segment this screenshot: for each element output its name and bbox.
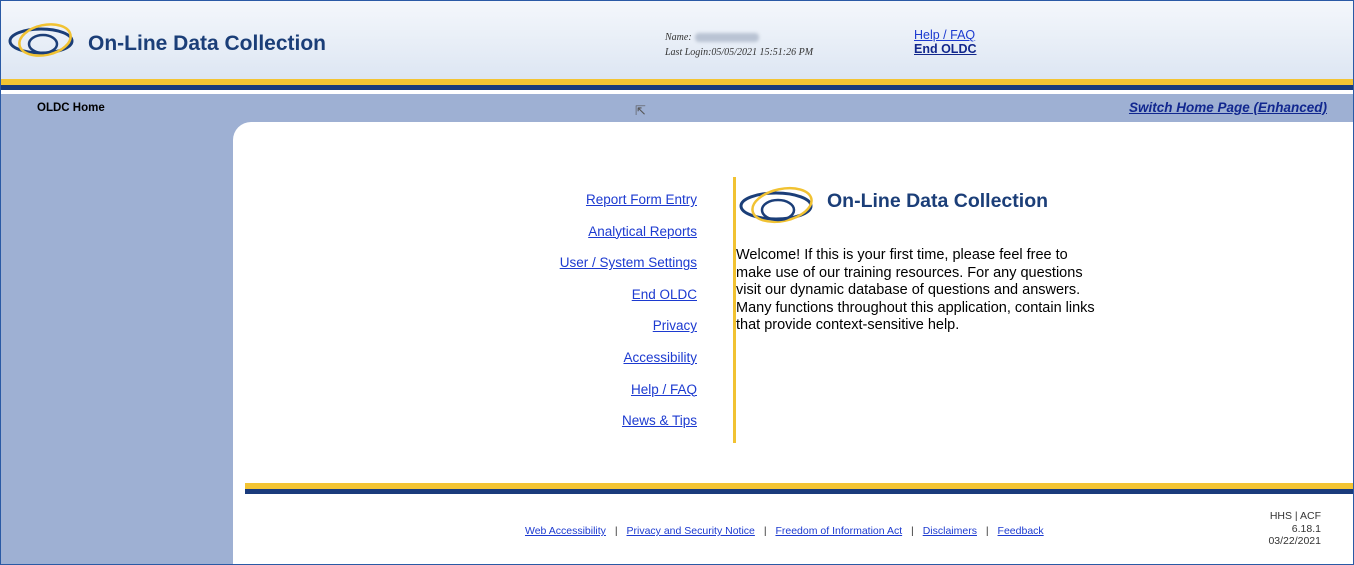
oldc-window: On-Line Data Collection Name: Last Login… (0, 0, 1354, 565)
name-label: Name: (665, 32, 692, 43)
end-oldc-link[interactable]: End OLDC (914, 42, 977, 56)
disclaimers-link[interactable]: Disclaimers (923, 525, 977, 537)
accessibility-link[interactable]: Accessibility (453, 350, 697, 382)
help-faq-link[interactable]: Help / FAQ (914, 28, 977, 42)
privacy-link[interactable]: Privacy (453, 318, 697, 350)
main-links: Report Form Entry Analytical Reports Use… (453, 192, 697, 445)
header: On-Line Data Collection Name: Last Login… (1, 1, 1353, 79)
footer-separator: | (911, 525, 914, 537)
footer-separator: | (614, 525, 618, 537)
privacy-security-notice-link[interactable]: Privacy and Security Notice (627, 525, 755, 537)
version-date: 03/22/2021 (1268, 535, 1321, 547)
mouse-cursor-icon: ⇱ (635, 103, 646, 118)
panel-title: On-Line Data Collection (827, 190, 1049, 212)
switch-home-page-link[interactable]: Switch Home Page (Enhanced) (1129, 100, 1327, 115)
nav-bar: OLDC Home ⇱ Switch Home Page (Enhanced) (1, 94, 1353, 122)
welcome-message: Welcome! If this is your first time, ple… (736, 247, 1095, 333)
last-login-value: 05/05/2021 15:51:26 PM (711, 47, 814, 58)
footer-separator: | (985, 525, 989, 537)
sidebar (1, 122, 233, 564)
user-info: Name: Last Login:05/05/2021 15:51:26 PM (665, 30, 813, 60)
version-info: HHS | ACF 6.18.1 03/22/2021 (1268, 510, 1321, 548)
footer-links: Web Accessibility | Privacy and Security… (525, 525, 1044, 537)
analytical-reports-link[interactable]: Analytical Reports (453, 224, 697, 256)
agency-label: HHS | ACF (1269, 510, 1321, 522)
report-form-entry-link[interactable]: Report Form Entry (453, 192, 697, 224)
end-oldc-main-link[interactable]: End OLDC (453, 287, 697, 319)
web-accessibility-link[interactable]: Web Accessibility (525, 525, 606, 537)
user-system-settings-link[interactable]: User / System Settings (453, 255, 697, 287)
footer-separator: | (763, 525, 767, 537)
app-title: On-Line Data Collection (88, 32, 327, 55)
main-content: Report Form Entry Analytical Reports Use… (233, 122, 1353, 564)
help-faq-main-link[interactable]: Help / FAQ (453, 382, 697, 414)
feedback-link[interactable]: Feedback (998, 525, 1044, 537)
last-login-label: Last Login: (665, 47, 712, 58)
oldc-ellipses-logo-icon (8, 23, 74, 57)
redacted-name (694, 33, 759, 43)
breadcrumb-current-page: OLDC Home (37, 102, 105, 114)
footer-blue-rule (245, 489, 1353, 494)
news-tips-link[interactable]: News & Tips (453, 413, 697, 445)
version-number: 6.18.1 (1291, 522, 1321, 535)
header-links: Help / FAQ End OLDC (914, 28, 977, 56)
foia-link[interactable]: Freedom of Information Act (775, 525, 902, 537)
oldc-ellipses-logo-icon (739, 186, 813, 224)
